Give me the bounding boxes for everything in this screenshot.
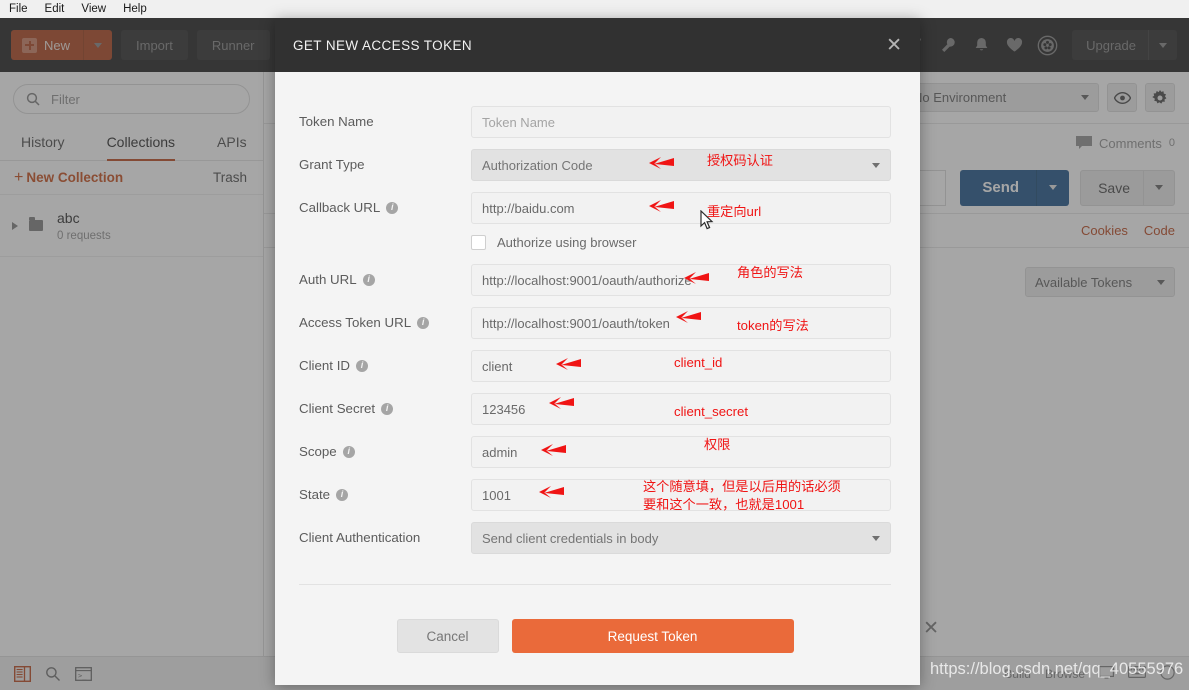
- authorize-using-browser-label: Authorize using browser: [497, 235, 636, 250]
- grant-type-select[interactable]: Authorization Code: [471, 149, 891, 181]
- auth-url-input[interactable]: http://localhost:9001/oauth/authorize: [471, 264, 891, 296]
- field-label: Client Secreti: [299, 393, 471, 416]
- client-id-input[interactable]: client: [471, 350, 891, 382]
- field-callback-url: Callback URLi http://baidu.com 重定向url: [299, 192, 891, 224]
- field-client-id: Client IDi client client_id: [299, 350, 891, 382]
- field-label: Client IDi: [299, 350, 471, 373]
- field-client-secret: Client Secreti 123456 client_secret: [299, 393, 891, 425]
- field-label: Auth URLi: [299, 264, 471, 287]
- request-token-button[interactable]: Request Token: [512, 619, 794, 653]
- get-new-access-token-dialog: GET NEW ACCESS TOKEN ✕ Token Name Token …: [275, 18, 920, 685]
- field-label: Client Authentication: [299, 522, 471, 545]
- field-label: Access Token URLi: [299, 307, 471, 330]
- token-name-input[interactable]: Token Name: [471, 106, 891, 138]
- callback-url-input[interactable]: http://baidu.com: [471, 192, 891, 224]
- menubar: File Edit View Help: [0, 0, 1189, 18]
- field-label: Callback URLi: [299, 192, 471, 215]
- menu-file[interactable]: File: [9, 3, 38, 15]
- menu-edit[interactable]: Edit: [45, 3, 75, 15]
- menu-help[interactable]: Help: [123, 3, 157, 15]
- state-input[interactable]: 1001: [471, 479, 891, 511]
- dialog-body: Token Name Token Name Grant Type Authori…: [275, 72, 920, 599]
- authorize-using-browser-row: Authorize using browser: [471, 235, 891, 250]
- field-state: Statei 1001 这个随意填，但是以后用的话必须 要和这个一致，也就是10…: [299, 479, 891, 511]
- info-icon[interactable]: i: [343, 446, 355, 458]
- client-authentication-select[interactable]: Send client credentials in body: [471, 522, 891, 554]
- watermark: https://blog.csdn.net/qq_40555976: [930, 660, 1183, 679]
- field-token-name: Token Name Token Name: [299, 106, 891, 138]
- dialog-footer: Cancel Request Token: [275, 599, 920, 685]
- field-label: Token Name: [299, 106, 471, 129]
- mouse-cursor-icon: [700, 210, 714, 231]
- authorize-using-browser-checkbox[interactable]: [471, 235, 486, 250]
- access-token-url-input[interactable]: http://localhost:9001/oauth/token: [471, 307, 891, 339]
- info-icon[interactable]: i: [417, 317, 429, 329]
- field-label: Grant Type: [299, 149, 471, 172]
- chevron-down-icon: [872, 163, 880, 168]
- info-icon[interactable]: i: [363, 274, 375, 286]
- field-client-authentication: Client Authentication Send client creden…: [299, 522, 891, 554]
- field-grant-type: Grant Type Authorization Code 授权码认证: [299, 149, 891, 181]
- cancel-button[interactable]: Cancel: [397, 619, 499, 653]
- client-secret-input[interactable]: 123456: [471, 393, 891, 425]
- menu-view[interactable]: View: [81, 3, 116, 15]
- field-scope: Scopei admin 权限: [299, 436, 891, 468]
- divider: [299, 584, 891, 585]
- info-icon[interactable]: i: [386, 202, 398, 214]
- info-icon[interactable]: i: [356, 360, 368, 372]
- info-icon[interactable]: i: [336, 489, 348, 501]
- field-label: Scopei: [299, 436, 471, 459]
- dialog-header: GET NEW ACCESS TOKEN ✕: [275, 18, 920, 72]
- close-icon[interactable]: ✕: [886, 36, 902, 55]
- field-label: Statei: [299, 479, 471, 502]
- scope-input[interactable]: admin: [471, 436, 891, 468]
- field-auth-url: Auth URLi http://localhost:9001/oauth/au…: [299, 264, 891, 296]
- info-icon[interactable]: i: [381, 403, 393, 415]
- dialog-title: GET NEW ACCESS TOKEN: [293, 38, 472, 53]
- field-access-token-url: Access Token URLi http://localhost:9001/…: [299, 307, 891, 339]
- chevron-down-icon: [872, 536, 880, 541]
